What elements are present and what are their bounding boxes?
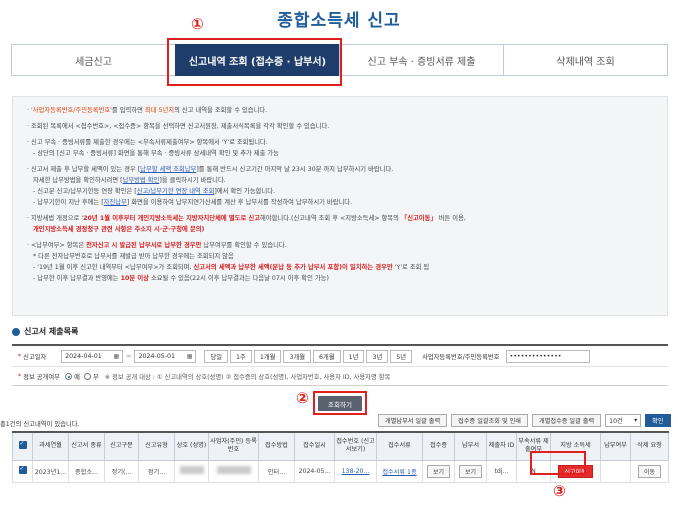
column-header: 접수증 (422, 431, 455, 461)
notice-line: - 납부기한이 지난 후에는 [자진납부] 화면을 이용하여 납부지연가산세를 … (33, 199, 353, 206)
period-1month-button[interactable]: 1개월 (253, 349, 282, 363)
receipt-number-link[interactable]: 138-20... (334, 459, 377, 483)
cell-submitter: tdj... (486, 459, 517, 483)
notice-line: · <납부여부> 항목은 전자신고 시 발급된 납부서로 납부한 경우만 납부여… (27, 242, 287, 249)
print-bills-button[interactable]: 개별납부서 일괄 출력 (378, 414, 448, 427)
cell-bill: 보기 (454, 459, 487, 483)
highlight-box-local-tax (530, 451, 586, 475)
period-3year-button[interactable]: 3년 (366, 349, 389, 363)
disclosure-yes-radio[interactable] (65, 373, 73, 380)
query-button[interactable]: 조회하기 (318, 396, 362, 411)
column-header: 접수일시 (294, 431, 335, 461)
date-to-input[interactable]: 2024-05-01 ▦ (134, 349, 197, 363)
marker-2: ② (296, 389, 309, 407)
date-label: 신고일자 (23, 353, 47, 361)
notice-line: · 지방세법 개정으로 '20년 1월 이후부터 개인지방소득세는 지방자치단체… (27, 215, 466, 222)
calendar-icon[interactable]: ▦ (113, 353, 119, 360)
chevron-down-icon: ▾ (634, 417, 638, 424)
tab-deleted-history[interactable]: 삭제내역 조회 (503, 44, 668, 76)
print-individual-receipts-button[interactable]: 개별접수증 일괄 출력 (532, 414, 602, 427)
notice-line: 개인지방소득세 경정청구 관련 사항은 주소지 시·군·구청에 문의) (33, 226, 205, 233)
self-payment-link[interactable]: 자진납부 (104, 199, 127, 206)
cell-name-redacted (174, 459, 209, 483)
disclosure-label: 정보 공개여부 (23, 374, 60, 381)
column-header: 접수서류 (376, 431, 423, 461)
marker-3: ③ (553, 482, 566, 500)
disclosure-note: ※ 정보 공개 대상 : ① 신고내역의 상호(성명) ② 접수증의 상호(성명… (104, 374, 391, 381)
column-header: 신고유형 (138, 431, 175, 461)
view-receipt-button[interactable]: 보기 (426, 464, 451, 478)
cell-paid (600, 459, 631, 483)
notice-line: - 신고분 신고/납부기한등 연장 확인은 [신고/납부기한 연장 내역 조회]… (33, 188, 276, 195)
cell-datetime: 2024-05... (294, 459, 335, 483)
date-separator: ~ (126, 352, 132, 360)
period-3month-button[interactable]: 3개월 (283, 349, 312, 363)
required-mark: * (18, 373, 22, 380)
column-header: 삭제 요청 (630, 431, 669, 461)
column-header: 사업자(주민) 등록번호 (208, 431, 259, 461)
notice-line: - 상단의 [신고 부속 · 증빙서류] 화면을 통해 부속 · 증빙서류 상세… (33, 150, 279, 157)
page-title: 종합소득세 신고 (277, 11, 401, 31)
view-bill-button[interactable]: 보기 (458, 464, 483, 478)
cell-type2: 정기... (138, 459, 175, 483)
column-header: 상호 (성명) (174, 431, 209, 461)
section-title: 신고서 제출목록 (12, 326, 78, 337)
period-5year-button[interactable]: 5년 (390, 349, 413, 363)
select-all-checkbox[interactable] (12, 431, 33, 461)
cell-id-redacted (208, 459, 259, 483)
id-label: 사업자등록번호/주민등록번호 (422, 353, 500, 361)
column-header: 신고구분 (104, 431, 139, 461)
period-1year-button[interactable]: 1년 (342, 349, 365, 363)
date-from-input[interactable]: 2024-04-01 ▦ (61, 349, 124, 363)
column-header: 접수번호 (신고서보기) (334, 431, 377, 461)
payment-method-link[interactable]: 납부방법 확인 (123, 177, 160, 184)
tab-attachments[interactable]: 신고 부속 · 증빙서류 제출 (339, 44, 504, 76)
row-checkbox[interactable] (12, 459, 33, 483)
notice-line: · 신고 부속 · 증빙서류를 제출한 경우에는 <부속서류제출여부> 항목에서… (27, 139, 268, 146)
column-header: 납부여부 (600, 431, 631, 461)
cell-delete: 이동 (630, 459, 669, 483)
disclosure-no-radio[interactable] (83, 373, 91, 380)
required-mark: * (18, 352, 22, 360)
notice-box: · '사업자등록번호/주민등록번호'를 입력하면 최대 5년치의 신고 내역을 … (12, 96, 668, 316)
receipt-docs-link[interactable]: 접수서류 1종 (376, 459, 423, 483)
notice-line: · 조회된 목록에서 <접수번호>, <접수증> 항목을 선택하면 신고서원장,… (27, 123, 330, 130)
column-header: 과세연월 (32, 431, 69, 461)
column-header: 제출자 ID (486, 431, 517, 461)
tax-payment-link[interactable]: 납부할 세액 조회납부 (140, 166, 196, 173)
tab-tax-filing[interactable]: 세금신고 (11, 44, 176, 76)
print-receipts-button[interactable]: 접수증 일괄조회 및 인쇄 (451, 414, 528, 427)
radio-label: 부 (92, 374, 99, 381)
delete-request-button[interactable]: 이동 (637, 464, 662, 478)
filter-panel: * 신고일자 2024-04-01 ▦ ~ 2024-05-01 ▦ 당일 1주 1… (12, 344, 668, 386)
per-page-select[interactable]: 10건 ▾ (605, 414, 642, 427)
notice-line: - 납부한 이후 납부결과 반영에는 10분 이상 소요될 수 있음(22시 이… (33, 275, 329, 282)
cell-type1: 정기(... (104, 459, 139, 483)
confirm-button[interactable]: 확인 (645, 414, 671, 427)
cell-method: 인터... (258, 459, 295, 483)
column-header: 신고서 종류 (68, 431, 105, 461)
result-count: 총1건의 신고내역이 있습니다. (0, 421, 80, 428)
extension-history-link[interactable]: 신고/납부기한 연장 내역 조회 (137, 188, 215, 195)
period-today-button[interactable]: 당일 (204, 349, 229, 363)
marker-1: ① (191, 15, 204, 33)
highlight-box-tab (167, 38, 342, 86)
notice-line: · '사업자등록번호/주민등록번호'를 입력하면 최대 5년치의 신고 내역을 … (27, 107, 268, 114)
bullet-icon (12, 327, 20, 336)
notice-line: - '19년 1월 이후 신고한 내역부터 <납부여부>가 조회되며, 신고서의… (33, 264, 430, 271)
cell-period: 2023년1... (32, 459, 69, 483)
calendar-icon[interactable]: ▦ (187, 353, 193, 360)
period-1week-button[interactable]: 1주 (230, 349, 252, 363)
column-header: 접수방법 (258, 431, 295, 461)
cell-kind: 종합소... (68, 459, 105, 483)
action-bar: 개별납부서 일괄 출력 접수증 일괄조회 및 인쇄 개별접수증 일괄 출력 10… (378, 414, 671, 427)
notice-line: · 신고서 제출 후 납부할 세액이 있는 경우 [납부할 세액 조회납부]를 … (27, 166, 394, 173)
id-number-input[interactable]: •••••••••••••• (505, 349, 590, 363)
radio-label: 예 (74, 374, 80, 381)
column-header: 납부서 (454, 431, 487, 461)
notice-line: * 다른 전자납부번호로 납부서를 재발급 받아 납부한 경우에는 조회되지 않… (33, 253, 234, 260)
notice-line: 자세한 납부방법을 확인하시려면 [납부방법 확인]을 클릭하시기 바랍니다. (33, 177, 226, 184)
cell-receipt: 보기 (422, 459, 455, 483)
period-6month-button[interactable]: 6개월 (313, 349, 341, 363)
